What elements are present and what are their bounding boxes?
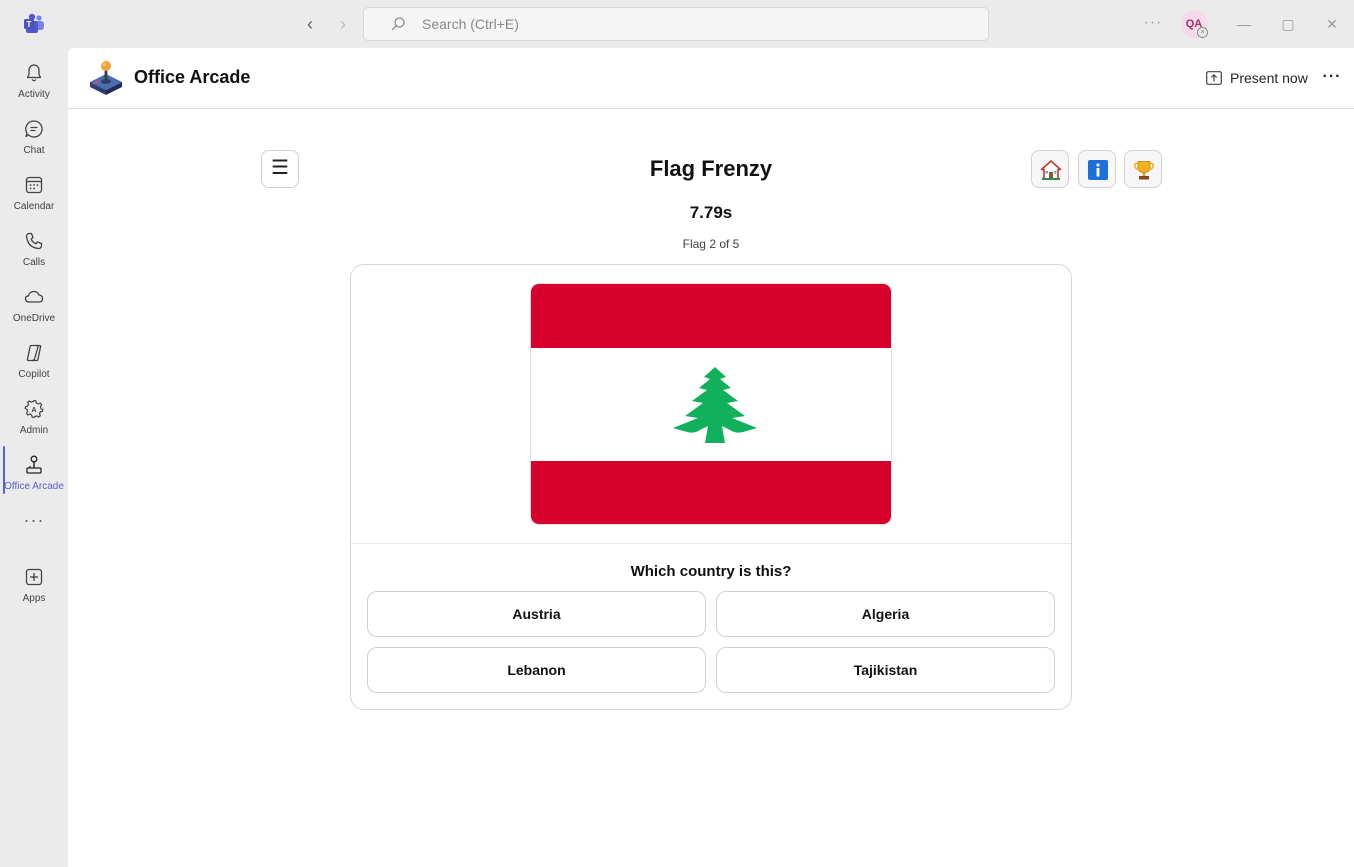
rail-item-label: Activity bbox=[18, 89, 50, 100]
header-more-button[interactable]: ··· bbox=[1322, 68, 1342, 88]
forward-button[interactable]: › bbox=[333, 14, 353, 34]
home-button[interactable] bbox=[1031, 150, 1069, 188]
add-apps-icon bbox=[25, 568, 43, 586]
card-divider bbox=[351, 543, 1071, 544]
more-apps-button[interactable]: ··· bbox=[0, 510, 68, 531]
cloud-icon bbox=[24, 290, 44, 303]
close-button[interactable]: ✕ bbox=[1320, 12, 1344, 36]
rail-item-onedrive[interactable]: OneDrive bbox=[0, 278, 68, 330]
home-icon bbox=[1040, 160, 1062, 180]
answer-button-tajikistan[interactable]: Tajikistan bbox=[716, 647, 1055, 693]
back-button[interactable]: ‹ bbox=[300, 14, 320, 34]
teams-logo-icon[interactable]: T bbox=[22, 12, 46, 36]
info-button[interactable] bbox=[1078, 150, 1116, 188]
svg-text:T: T bbox=[27, 20, 32, 29]
rail-item-chat[interactable]: Chat bbox=[0, 110, 68, 162]
rail-item-apps[interactable]: Apps bbox=[0, 558, 68, 610]
phone-icon bbox=[25, 232, 43, 250]
svg-text:A: A bbox=[31, 407, 36, 414]
rail-item-label: OneDrive bbox=[12, 313, 56, 324]
joystick-icon bbox=[26, 455, 42, 474]
rail-item-label: Office Arcade bbox=[4, 481, 64, 492]
question-progress: Flag 2 of 5 bbox=[682, 237, 740, 251]
info-icon bbox=[1088, 160, 1108, 180]
chat-icon bbox=[25, 120, 43, 138]
rail-item-calls[interactable]: Calls bbox=[0, 222, 68, 274]
presence-status-icon: × bbox=[1197, 27, 1208, 38]
maximize-button[interactable]: ▢ bbox=[1276, 12, 1300, 36]
rail-item-office-arcade[interactable]: Office Arcade bbox=[0, 446, 68, 498]
title-bar: T ‹ › ··· QA × — ▢ ✕ bbox=[0, 0, 1354, 48]
answer-button-algeria[interactable]: Algeria bbox=[716, 591, 1055, 637]
present-now-button[interactable]: Present now bbox=[1206, 68, 1308, 88]
rail-item-label: Chat bbox=[23, 145, 45, 156]
timer: 7.79s bbox=[689, 203, 733, 222]
trophy-icon bbox=[1133, 161, 1155, 180]
app-title: Office Arcade bbox=[134, 67, 251, 87]
answer-button-austria[interactable]: Austria bbox=[367, 591, 706, 637]
leaderboard-button[interactable] bbox=[1124, 150, 1162, 188]
question-card: Which country is this? Austria Algeria L… bbox=[350, 264, 1072, 710]
rail-item-copilot[interactable]: Copilot bbox=[0, 334, 68, 386]
question-text: Which country is this? bbox=[630, 563, 792, 580]
search-box[interactable] bbox=[363, 7, 989, 41]
rail-item-label: Calendar bbox=[13, 201, 55, 212]
rail-item-label: Admin bbox=[19, 425, 49, 436]
rail-item-admin[interactable]: A Admin bbox=[0, 390, 68, 442]
flag-image bbox=[531, 284, 891, 524]
rail-item-label: Apps bbox=[22, 593, 46, 604]
search-icon bbox=[391, 17, 405, 31]
copilot-icon bbox=[26, 344, 42, 362]
main-panel: Office Arcade Present now ··· ☰ Flag Fre… bbox=[68, 48, 1354, 867]
rail-item-label: Copilot bbox=[18, 369, 50, 380]
admin-gear-icon: A bbox=[24, 399, 44, 419]
calendar-icon bbox=[25, 176, 43, 194]
answer-button-lebanon[interactable]: Lebanon bbox=[367, 647, 706, 693]
minimize-button[interactable]: — bbox=[1232, 12, 1256, 36]
bell-icon bbox=[26, 64, 42, 82]
app-header: Office Arcade Present now ··· bbox=[68, 48, 1354, 109]
rail-item-activity[interactable]: Activity bbox=[0, 54, 68, 106]
office-arcade-logo-icon bbox=[90, 61, 122, 95]
rail-item-calendar[interactable]: Calendar bbox=[0, 166, 68, 218]
more-options-button[interactable]: ··· bbox=[1140, 14, 1166, 34]
present-now-label: Present now bbox=[1230, 70, 1308, 86]
app-rail: Activity Chat Calendar Calls OneDrive Co… bbox=[0, 48, 68, 867]
share-screen-icon bbox=[1206, 71, 1222, 85]
lebanon-flag bbox=[530, 283, 892, 525]
rail-item-label: Calls bbox=[22, 257, 46, 268]
search-input[interactable] bbox=[422, 14, 922, 34]
